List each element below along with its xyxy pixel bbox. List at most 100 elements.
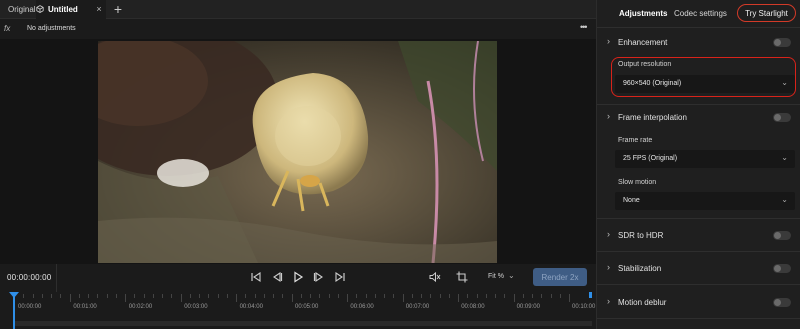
timeline-tick: [32, 294, 34, 298]
timeline[interactable]: 00:00:00 00:01:00 00:02:00 00:03:00 00:04:00…: [0, 292, 596, 329]
previous-frame-button[interactable]: [270, 270, 284, 284]
timeline-ruler-label: 00:01:00: [73, 304, 97, 310]
timeline-tick: [458, 294, 459, 302]
tab-adjustments[interactable]: Adjustments: [619, 9, 667, 18]
adjustments-status: No adjustments: [27, 25, 76, 32]
timeline-tick: [41, 294, 43, 298]
motion-deblur-toggle[interactable]: [773, 298, 791, 307]
slow-motion-value: None: [623, 197, 640, 204]
timeline-tick: [485, 294, 487, 298]
timeline-tick: [115, 294, 117, 298]
timeline-tick: [134, 294, 136, 298]
timeline-ruler-label: 00:04:00: [239, 304, 263, 310]
stabilization-toggle[interactable]: [773, 264, 791, 273]
play-button[interactable]: [291, 270, 305, 284]
frame-interpolation-section[interactable]: › Frame interpolation: [597, 111, 800, 125]
more-options-icon[interactable]: •••: [580, 22, 588, 32]
motion-deblur-label: Motion deblur: [618, 298, 667, 307]
timeline-tick: [226, 294, 228, 298]
timeline-tick: [476, 294, 478, 298]
add-tab-icon[interactable]: +: [112, 1, 124, 17]
divider: [56, 264, 57, 292]
timeline-tick: [569, 294, 570, 302]
timeline-tick: [143, 294, 145, 298]
timeline-tick: [337, 294, 339, 298]
chevron-right-icon: ›: [607, 111, 610, 121]
skip-to-end-button[interactable]: [333, 270, 347, 284]
timeline-tick: [69, 294, 71, 302]
frame-rate-label: Frame rate: [618, 137, 653, 144]
timeline-tick: [522, 294, 524, 298]
timeline-tick: [384, 294, 385, 298]
timeline-tick: [199, 294, 200, 298]
tab-untitled-label: Untitled: [48, 5, 78, 14]
preview-stage: [0, 39, 596, 264]
sdr-to-hdr-toggle[interactable]: [773, 231, 791, 240]
motion-deblur-section[interactable]: › Motion deblur: [597, 296, 800, 310]
timeline-tick: [23, 294, 25, 298]
divider: [597, 218, 800, 219]
zoom-fit-dropdown[interactable]: Fit %: [488, 273, 504, 280]
timeline-tick: [51, 294, 52, 298]
tab-original[interactable]: Original: [8, 0, 36, 19]
timeline-tick: [467, 294, 469, 298]
stabilization-label: Stabilization: [618, 264, 662, 273]
timeline-tick: [328, 294, 330, 298]
try-starlight-button[interactable]: Try Starlight: [737, 4, 796, 22]
timeline-tick: [532, 294, 533, 298]
stabilization-section[interactable]: › Stabilization: [597, 262, 800, 276]
timeline-tick: [273, 294, 274, 298]
timeline-tick: [374, 294, 376, 298]
timeline-tick: [236, 294, 237, 302]
timeline-ruler-label: 00:03:00: [184, 304, 208, 310]
tab-codec-settings[interactable]: Codec settings: [674, 9, 727, 18]
render-button[interactable]: Render 2x: [533, 268, 587, 286]
timeline-tick: [347, 294, 348, 302]
timeline-tick: [550, 294, 552, 298]
timeline-tick: [504, 294, 506, 298]
frame-interpolation-label: Frame interpolation: [618, 113, 687, 122]
timeline-tick: [78, 294, 80, 298]
crop-button[interactable]: [455, 270, 469, 284]
timeline-tick: [162, 294, 163, 298]
timeline-ruler-label: 00:10:00: [572, 304, 596, 310]
timeline-tick: [88, 294, 89, 298]
mute-button[interactable]: [428, 270, 442, 284]
timeline-ruler-label: 00:08:00: [461, 304, 485, 310]
panel-tabs: Adjustments Codec settings Try Starlight: [597, 0, 800, 28]
timeline-tick: [430, 294, 432, 298]
sdr-to-hdr-section[interactable]: › SDR to HDR: [597, 229, 800, 243]
divider: [597, 318, 800, 319]
enhancement-toggle[interactable]: [773, 38, 791, 47]
tab-original-label: Original: [8, 5, 36, 14]
next-frame-button[interactable]: [312, 270, 326, 284]
frame-rate-select[interactable]: 25 FPS (Original) ⌄: [615, 150, 795, 168]
close-tab-icon[interactable]: ×: [94, 4, 104, 14]
timeline-tick: [217, 294, 219, 298]
highlight-annotation: [611, 57, 796, 97]
fx-icon[interactable]: fx: [4, 24, 10, 33]
skip-to-start-button[interactable]: [249, 270, 263, 284]
frame-rate-value: 25 FPS (Original): [623, 155, 678, 162]
chevron-right-icon: ›: [607, 36, 610, 46]
playback-controls: 00:00:00:00 Fit % ⌄ Render 2x: [0, 264, 596, 292]
timeline-tick: [310, 294, 311, 298]
timeline-ruler-label: 00:06:00: [350, 304, 374, 310]
divider: [597, 284, 800, 285]
timeline-ruler-label: 00:09:00: [516, 304, 540, 310]
timeline-track[interactable]: [14, 321, 592, 326]
chevron-right-icon: ›: [607, 296, 610, 306]
adjustments-bar: fx No adjustments •••: [0, 20, 596, 39]
timeline-tick: [189, 294, 191, 298]
end-marker[interactable]: [589, 292, 592, 298]
slow-motion-select[interactable]: None ⌄: [615, 192, 795, 210]
timeline-tick: [106, 294, 108, 298]
timeline-tick: [282, 294, 284, 298]
cube-icon: [36, 5, 44, 13]
playhead-handle[interactable]: [9, 292, 19, 298]
timeline-tick: [300, 294, 302, 298]
enhancement-section[interactable]: › Enhancement: [597, 36, 800, 50]
timeline-tick: [513, 294, 515, 302]
timeline-tick: [125, 294, 126, 302]
frame-interpolation-toggle[interactable]: [773, 113, 791, 122]
